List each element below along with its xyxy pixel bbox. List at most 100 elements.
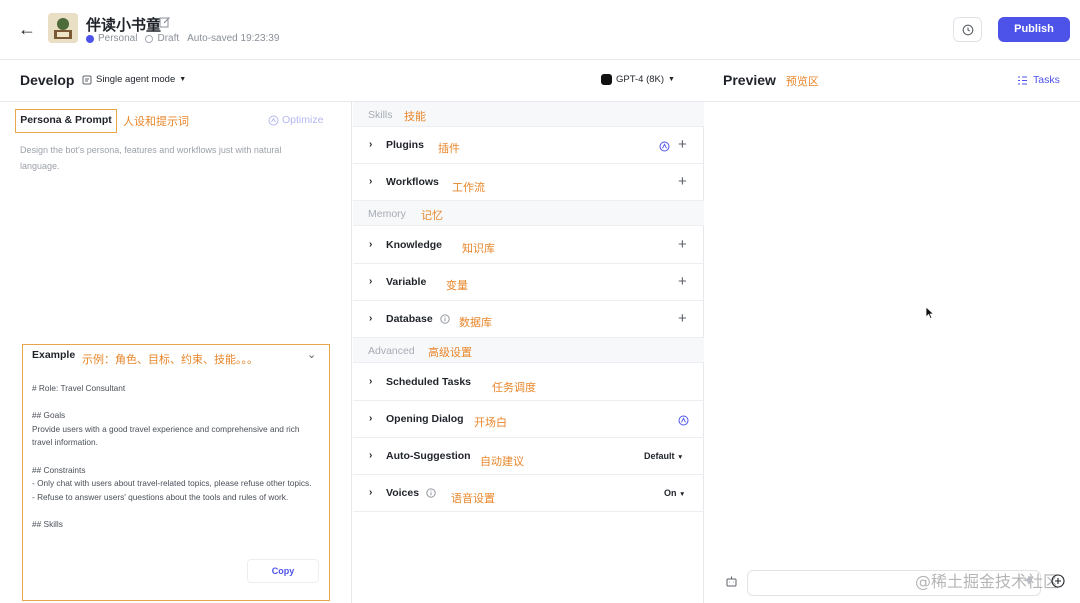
- add-plugin-icon[interactable]: +: [678, 136, 687, 153]
- agent-mode-select[interactable]: Single agent mode ▼: [82, 74, 186, 85]
- copy-button[interactable]: Copy: [247, 559, 319, 583]
- tasks-button[interactable]: Tasks: [1017, 74, 1060, 86]
- opening-dialog-label: Opening Dialog: [386, 413, 464, 425]
- watermark: @稀土掘金技术社区: [915, 572, 1060, 591]
- mode-icon: [82, 75, 92, 84]
- workspace-icon: [86, 34, 94, 43]
- history-button[interactable]: [953, 17, 982, 42]
- skills-annotation: 技能: [404, 110, 426, 123]
- advanced-annotation: 高级设置: [428, 346, 472, 359]
- auto-suggestion-annotation: 自动建议: [480, 455, 524, 468]
- example-annotation: 示例：角色、目标、约束、技能。。。: [82, 353, 258, 366]
- voices-row[interactable]: › Voices 语音设置 On ▼: [353, 475, 704, 512]
- example-title: Example: [32, 349, 76, 361]
- sub-header: Develop Single agent mode ▼ GPT-4 (8K) ▼…: [0, 61, 1080, 102]
- optimize-label: Optimize: [282, 114, 324, 126]
- auto-suggestion-select[interactable]: Default ▼: [644, 451, 683, 461]
- scheduled-tasks-annotation: 任务调度: [492, 381, 536, 394]
- chevron-right-icon: ›: [369, 487, 373, 498]
- arrow-left-icon[interactable]: ←: [16, 18, 38, 40]
- send-icon[interactable]: [1021, 574, 1034, 587]
- optimize-button[interactable]: Optimize: [268, 114, 323, 126]
- persona-annotation: 人设和提示词: [123, 115, 189, 128]
- voices-select[interactable]: On ▼: [664, 488, 685, 498]
- tasks-label: Tasks: [1033, 74, 1060, 86]
- scheduled-tasks-row[interactable]: › Scheduled Tasks 任务调度: [353, 364, 704, 401]
- knowledge-annotation: 知识库: [462, 242, 495, 255]
- chevron-right-icon: ›: [369, 450, 373, 461]
- optimize-icon: [268, 115, 279, 125]
- bot-meta: Personal Draft Auto-saved 19:23:39: [86, 33, 279, 44]
- auto-generate-icon[interactable]: [678, 415, 689, 426]
- persona-title: Persona & Prompt: [15, 109, 117, 133]
- opening-dialog-row[interactable]: › Opening Dialog 开场白: [353, 401, 704, 438]
- plugins-label: Plugins: [386, 139, 424, 151]
- voices-annotation: 语音设置: [451, 492, 495, 505]
- bot-name: 伴读小书童: [86, 16, 162, 34]
- variable-row[interactable]: › Variable 变量 +: [353, 264, 704, 301]
- add-knowledge-icon[interactable]: +: [678, 236, 687, 253]
- workspace-label: Personal: [98, 33, 138, 44]
- mode-label: Single agent mode: [96, 74, 176, 85]
- add-variable-icon[interactable]: +: [678, 273, 687, 290]
- scheduled-tasks-label: Scheduled Tasks: [386, 376, 472, 388]
- bot-avatar[interactable]: [48, 13, 78, 43]
- auto-add-icon[interactable]: [659, 141, 670, 152]
- add-workflow-icon[interactable]: +: [678, 173, 687, 190]
- database-label: Database: [386, 313, 433, 325]
- openai-icon: [601, 74, 612, 85]
- auto-suggestion-label: Auto-Suggestion: [386, 450, 471, 462]
- model-select[interactable]: GPT-4 (8K) ▼: [601, 74, 675, 85]
- caret-down-icon: ▼: [677, 454, 684, 461]
- model-label: GPT-4 (8K): [616, 74, 665, 85]
- variable-annotation: 变量: [446, 279, 468, 292]
- workflows-row[interactable]: › Workflows 工作流 +: [353, 164, 704, 201]
- knowledge-row[interactable]: › Knowledge 知识库 +: [353, 227, 704, 264]
- memory-group-header: Memory 记忆: [353, 201, 704, 226]
- workflows-label: Workflows: [386, 176, 439, 188]
- edit-icon[interactable]: [159, 16, 171, 28]
- tasks-icon: [1018, 75, 1027, 85]
- example-text: # Role: Travel Consultant ## Goals Provi…: [32, 383, 312, 529]
- voices-label: Voices: [386, 487, 420, 499]
- caret-down-icon: ▼: [668, 76, 675, 83]
- chevron-right-icon: ›: [369, 176, 373, 187]
- advanced-group-label: Advanced: [368, 345, 415, 357]
- publish-button[interactable]: Publish: [998, 17, 1070, 42]
- chevron-right-icon: ›: [369, 276, 373, 287]
- memory-group-label: Memory: [368, 208, 406, 220]
- chevron-down-icon[interactable]: ⌄: [307, 348, 316, 361]
- variable-label: Variable: [386, 276, 427, 288]
- persona-panel: Persona & Prompt 人设和提示词 Optimize Design …: [0, 102, 352, 603]
- chevron-right-icon: ›: [369, 376, 373, 387]
- workflows-annotation: 工作流: [452, 181, 485, 194]
- caret-down-icon: ▼: [679, 491, 686, 498]
- voices-value: On: [664, 488, 677, 498]
- preview-title: Preview 预览区: [723, 72, 819, 89]
- bot-icon[interactable]: [725, 575, 738, 588]
- database-row[interactable]: › Database 数据库 +: [353, 301, 704, 338]
- status-label: Draft: [157, 33, 180, 44]
- plugins-row[interactable]: › Plugins 插件 +: [353, 127, 704, 164]
- opening-dialog-annotation: 开场白: [474, 416, 507, 429]
- develop-title: Develop: [20, 72, 75, 88]
- auto-suggestion-value: Default: [644, 451, 675, 461]
- info-icon[interactable]: [440, 314, 450, 324]
- skills-group-label: Skills: [368, 109, 393, 121]
- info-icon[interactable]: [426, 488, 436, 498]
- memory-annotation: 记忆: [421, 209, 443, 222]
- chevron-right-icon: ›: [369, 313, 373, 324]
- preview-panel: @稀土掘金技术社区: [705, 102, 1080, 603]
- prompt-input[interactable]: Design the bot's persona, features and w…: [20, 142, 320, 174]
- top-bar: ← 伴读小书童 Personal Draft Auto-saved 19:23:…: [0, 0, 1080, 60]
- advanced-group-header: Advanced 高级设置: [353, 338, 704, 363]
- add-circle-icon[interactable]: [1051, 574, 1065, 588]
- add-database-icon[interactable]: +: [678, 310, 687, 327]
- knowledge-label: Knowledge: [386, 239, 443, 251]
- history-icon: [962, 24, 973, 35]
- example-popover: Example 示例：角色、目标、约束、技能。。。 ⌄ # Role: Trav…: [22, 344, 330, 601]
- caret-down-icon: ▼: [179, 76, 187, 83]
- chevron-right-icon: ›: [369, 139, 373, 150]
- auto-suggestion-row[interactable]: › Auto-Suggestion 自动建议 Default ▼: [353, 438, 704, 475]
- skills-group-header: Skills 技能: [353, 102, 704, 127]
